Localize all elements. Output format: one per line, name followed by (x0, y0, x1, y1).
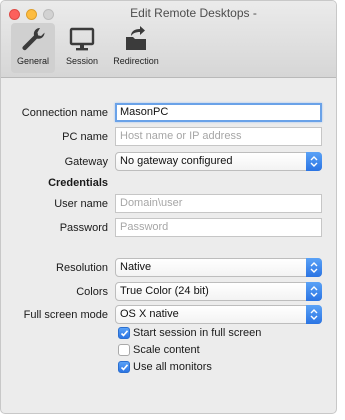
chevron-updown-icon (306, 258, 322, 277)
full-screen-mode-select[interactable]: OS X native (115, 305, 322, 324)
resolution-label: Resolution (56, 262, 108, 274)
connection-name-field[interactable]: MasonPC (115, 103, 322, 122)
window-title: Edit Remote Desktops - (130, 6, 257, 20)
gateway-select[interactable]: No gateway configured (115, 152, 322, 171)
full-screen-mode-label: Full screen mode (23, 309, 108, 321)
colors-select[interactable]: True Color (24 bit) (115, 282, 322, 301)
chevron-updown-icon (306, 152, 322, 171)
full-screen-mode-selected-value: OS X native (120, 308, 179, 320)
zoom-window-button[interactable] (43, 9, 54, 20)
edit-remote-desktops-window: Edit Remote Desktops - General Session R… (0, 0, 337, 414)
tab-session-label: Session (65, 56, 99, 66)
resolution-select[interactable]: Native (115, 258, 322, 277)
user-name-field[interactable]: Domain\user (115, 194, 322, 213)
colors-row: Colors True Color (24 bit) (1, 282, 336, 302)
full-screen-mode-row: Full screen mode OS X native (1, 305, 336, 325)
close-window-button[interactable] (9, 9, 20, 20)
gateway-label: Gateway (64, 156, 108, 168)
tab-session[interactable]: Session (61, 23, 103, 73)
checkmark-icon (118, 327, 130, 340)
folder-redirect-icon (121, 25, 151, 53)
colors-selected-value: True Color (24 bit) (120, 285, 209, 297)
tab-redirection[interactable]: Redirection (107, 23, 165, 73)
user-name-row: User name Domain\user (1, 194, 336, 214)
use-all-monitors-label: Use all monitors (133, 361, 212, 374)
user-name-label: User name (54, 198, 108, 210)
password-row: Password Password (1, 218, 336, 238)
pc-name-label: PC name (62, 131, 108, 143)
connection-name-label: Connection name (21, 107, 108, 119)
chevron-updown-icon (306, 305, 322, 324)
minimize-window-button[interactable] (26, 9, 37, 20)
password-field[interactable]: Password (115, 218, 322, 237)
titlebar-toolbar: Edit Remote Desktops - General Session R… (1, 1, 336, 78)
credentials-row: Credentials (1, 175, 336, 195)
gateway-row: Gateway No gateway configured (1, 152, 336, 172)
connection-name-row: Connection name MasonPC (1, 103, 336, 123)
chevron-updown-icon (306, 282, 322, 301)
start-fullscreen-checkbox[interactable]: Start session in full screen (118, 326, 261, 342)
start-fullscreen-label: Start session in full screen (133, 327, 262, 340)
tab-general[interactable]: General (11, 23, 55, 73)
monitor-icon (67, 25, 97, 53)
checkmark-icon (118, 361, 130, 374)
resolution-row: Resolution Native (1, 258, 336, 278)
checkbox-empty-icon (118, 344, 130, 357)
password-label: Password (59, 222, 108, 234)
gateway-selected-value: No gateway configured (120, 155, 233, 167)
colors-label: Colors (76, 286, 108, 298)
pc-name-field[interactable]: Host name or IP address (115, 127, 322, 146)
scale-content-label: Scale content (133, 344, 200, 357)
pc-name-row: PC name Host name or IP address (1, 127, 336, 147)
credentials-heading: Credentials (48, 177, 108, 189)
wrench-icon (18, 25, 48, 53)
use-all-monitors-checkbox[interactable]: Use all monitors (118, 360, 212, 376)
tab-general-label: General (16, 56, 50, 66)
tab-redirection-label: Redirection (113, 56, 159, 66)
resolution-selected-value: Native (120, 261, 152, 273)
scale-content-checkbox[interactable]: Scale content (118, 343, 200, 359)
